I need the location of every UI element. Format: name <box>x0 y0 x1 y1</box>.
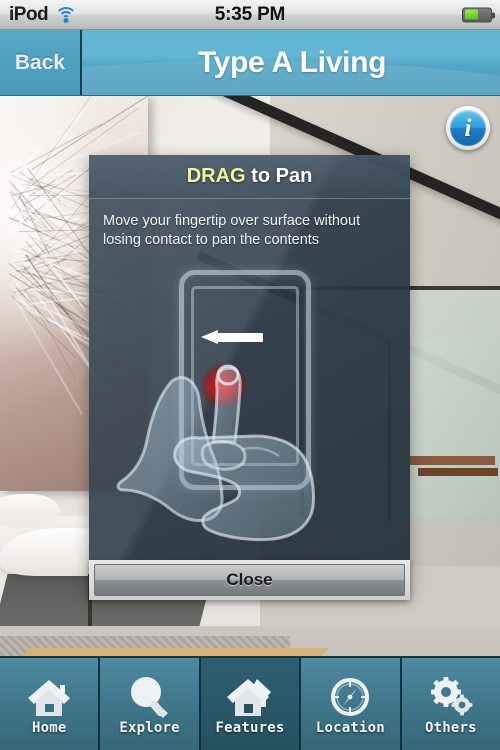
tab-home[interactable]: Home <box>0 658 101 750</box>
house-icon <box>26 676 72 718</box>
tab-others-label: Others <box>424 720 477 736</box>
dialog-title-highlight: DRAG <box>186 165 246 187</box>
close-button[interactable]: Close <box>94 564 405 596</box>
status-bar: iPod 5:35 PM <box>0 0 500 30</box>
dialog-header: DRAG to Pan <box>89 155 410 199</box>
tab-explore[interactable]: Explore <box>100 658 201 750</box>
tab-home-label: Home <box>31 720 67 736</box>
tab-bar: Home Explore Features Location Others <box>0 656 500 750</box>
house-roof-icon <box>227 676 273 718</box>
close-button-bar: Close <box>89 560 410 600</box>
back-button[interactable]: Back <box>0 30 82 95</box>
gesture-illustration <box>89 250 410 550</box>
status-bar-right <box>462 7 495 22</box>
close-button-label: Close <box>226 570 273 589</box>
tab-features-label: Features <box>215 720 285 736</box>
battery-icon <box>462 7 495 22</box>
back-button-label: Back <box>14 51 66 74</box>
dialog-title-rest: to Pan <box>245 165 313 187</box>
tab-others[interactable]: Others <box>401 658 500 750</box>
tab-features[interactable]: Features <box>200 658 302 750</box>
info-button-label: i <box>464 114 472 142</box>
magnifier-icon <box>127 676 173 718</box>
compass-icon <box>327 676 373 718</box>
status-bar-clock: 5:35 PM <box>214 3 286 25</box>
navigation-bar: Back Type A Living <box>0 30 500 96</box>
page-title: Type A Living <box>197 46 387 79</box>
ios-app-screen: iPod 5:35 PM Back Type A Living i DRAG t… <box>0 0 500 750</box>
drag-to-pan-dialog: DRAG to Pan Move your fingertip over sur… <box>89 155 410 595</box>
info-circle-icon[interactable]: i <box>446 106 490 150</box>
gears-icon <box>428 676 474 718</box>
tab-explore-label: Explore <box>119 720 180 736</box>
dialog-description: Move your fingertip over surface without… <box>103 213 361 248</box>
hand-pointing-icon <box>116 364 315 542</box>
tab-location[interactable]: Location <box>301 658 402 750</box>
tab-location-label: Location <box>315 720 385 736</box>
dialog-title: DRAG to Pan <box>187 165 313 188</box>
